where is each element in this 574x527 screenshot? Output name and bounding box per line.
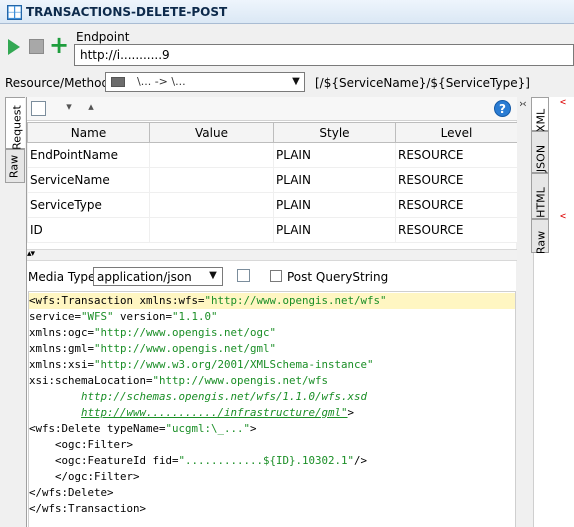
param-level[interactable]: RESOURCE <box>395 142 518 168</box>
window-title: TRANSACTIONS-DELETE-POST <box>26 5 228 19</box>
window-titlebar: ■■ ■■ TRANSACTIONS-DELETE-POST <box>0 0 574 24</box>
params-table: Name Value Style Level EndPointName PLAIN… <box>27 122 518 243</box>
param-style[interactable]: PLAIN <box>273 142 396 168</box>
table-row[interactable]: ServiceType PLAIN RESOURCE <box>27 192 518 218</box>
move-down-icon[interactable]: ▾ <box>63 101 75 113</box>
stop-button[interactable] <box>29 39 44 54</box>
param-style[interactable]: PLAIN <box>273 167 396 193</box>
media-options-icon[interactable] <box>237 269 250 282</box>
response-panel-collapsed: ›‹ XML JSON HTML Raw < < <box>517 97 574 527</box>
param-style[interactable]: PLAIN <box>273 192 396 218</box>
code-line: http://schemas.opengis.net/wfs/1.1.0/wfs… <box>81 390 368 403</box>
collapse-arrows-icon[interactable]: ›‹ <box>519 97 527 110</box>
chevron-down-icon[interactable]: ▼ <box>206 270 220 283</box>
param-level[interactable]: RESOURCE <box>395 167 518 193</box>
endpoint-input[interactable]: http://i...........9 <box>74 44 574 66</box>
params-toolbar: ▾ ▴ ? <box>27 97 517 121</box>
left-tab-strip: Request Raw <box>5 97 25 517</box>
tab-raw[interactable]: Raw <box>5 149 25 183</box>
tab-json[interactable]: JSON <box>531 131 549 173</box>
code-line: xmlns:gml="http://www.opengis.net/gml" <box>29 342 277 355</box>
table-row[interactable]: ServiceName PLAIN RESOURCE <box>27 167 518 193</box>
media-type-select[interactable]: application/json ▼ <box>93 267 223 286</box>
post-querystring-label: Post QueryString <box>287 270 389 284</box>
param-name[interactable]: ID <box>27 217 150 243</box>
table-header-row: Name Value Style Level <box>27 122 518 143</box>
response-marker-icon: < <box>560 97 567 108</box>
request-body-editor[interactable]: <wfs:Transaction xmlns:wfs="http://www.o… <box>28 291 516 527</box>
param-name[interactable]: EndPointName <box>27 142 150 168</box>
param-name[interactable]: ServiceName <box>27 167 150 193</box>
panel-splitter[interactable]: ▴▾ <box>27 249 517 261</box>
code-line: <ogc:Filter> <box>29 438 134 451</box>
param-level[interactable]: RESOURCE <box>395 217 518 243</box>
param-level[interactable]: RESOURCE <box>395 192 518 218</box>
param-value[interactable] <box>149 217 274 243</box>
response-marker-icon: < <box>560 211 567 222</box>
param-value[interactable] <box>149 142 274 168</box>
resource-path: [/${ServiceName}/${ServiceType}] <box>315 76 530 90</box>
resource-method-value: \... -> \... <box>137 75 186 88</box>
header-value: Value <box>149 122 274 143</box>
param-name[interactable]: ServiceType <box>27 192 150 218</box>
post-querystring-checkbox[interactable] <box>270 270 282 282</box>
code-line: xmlns:xsi="http://www.w3.org/2001/XMLSch… <box>29 358 374 371</box>
tab-raw-response[interactable]: Raw <box>531 219 549 254</box>
app-icon: ■■ ■■ <box>7 5 22 20</box>
resource-method-label: Resource/Method: <box>5 76 114 90</box>
table-row[interactable]: EndPointName PLAIN RESOURCE <box>27 142 518 168</box>
code-line: </ogc:Filter> <box>29 470 140 483</box>
resource-row: Resource/Method: \... -> \... ▼ [/${Serv… <box>0 70 574 94</box>
param-value[interactable] <box>149 167 274 193</box>
param-value[interactable] <box>149 192 274 218</box>
code-line: <wfs:Transaction xmlns:wfs="http://www.o… <box>29 293 515 309</box>
code-line: service="WFS" version="1.1.0" <box>29 310 218 323</box>
media-type-label: Media Type <box>28 270 96 284</box>
code-line: http://www.........../infrastructure/gml… <box>81 406 355 419</box>
param-style[interactable]: PLAIN <box>273 217 396 243</box>
request-panel: ▾ ▴ ? Name Value Style Level EndPointNam… <box>26 97 518 527</box>
code-line: </wfs:Delete> <box>29 486 114 499</box>
table-row[interactable]: ID PLAIN RESOURCE <box>27 217 518 243</box>
resource-method-select[interactable]: \... -> \... ▼ <box>105 72 305 92</box>
add-button[interactable]: + <box>49 33 69 57</box>
header-name: Name <box>27 122 150 143</box>
header-style: Style <box>273 122 396 143</box>
media-type-row: Media Type application/json ▼ Post Query… <box>27 265 517 289</box>
move-up-icon[interactable]: ▴ <box>85 101 97 113</box>
help-icon[interactable]: ? <box>494 100 511 117</box>
endpoint-label: Endpoint <box>76 30 130 44</box>
splitter-arrows-icon[interactable]: ▴▾ <box>27 249 35 259</box>
code-line: <wfs:Delete typeName="ucgml:\_..."> <box>29 422 257 435</box>
run-button[interactable] <box>8 39 20 55</box>
media-type-value: application/json <box>97 270 192 284</box>
chevron-down-icon[interactable]: ▼ <box>290 75 302 89</box>
code-line: <ogc:FeatureId fid="............${ID}.10… <box>29 454 368 467</box>
code-line: </wfs:Transaction> <box>29 502 147 515</box>
resource-icon <box>111 77 125 87</box>
code-line: xsi:schemaLocation="http://www.opengis.n… <box>29 374 329 387</box>
header-level: Level <box>395 122 518 143</box>
code-line: xmlns:ogc="http://www.opengis.net/ogc" <box>29 326 277 339</box>
tab-xml[interactable]: XML <box>531 97 549 132</box>
params-menu-icon[interactable] <box>31 101 46 116</box>
